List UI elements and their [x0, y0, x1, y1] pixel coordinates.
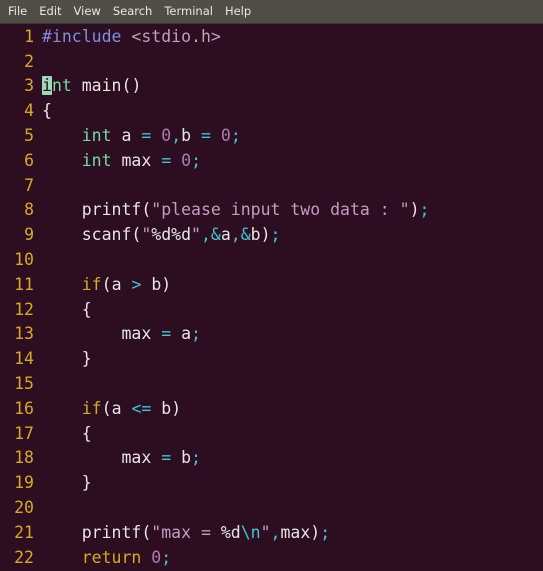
menu-edit[interactable]: Edit [33, 2, 67, 22]
code-line[interactable]: 16 if(a <= b) [0, 396, 543, 421]
line-number: 20 [14, 498, 34, 518]
line-number: 8 [24, 200, 34, 220]
code-line[interactable]: 17 { [0, 421, 543, 446]
menu-bar: File Edit View Search Terminal Help [0, 0, 543, 24]
line-number: 1 [24, 26, 34, 46]
line-number: 9 [24, 225, 34, 245]
line-content[interactable] [42, 52, 543, 71]
menu-help[interactable]: Help [219, 2, 257, 22]
line-number: 13 [14, 324, 34, 344]
line-number: 19 [14, 473, 34, 493]
line-number: 10 [14, 250, 34, 270]
line-content[interactable]: scanf("%d%d",&a,&b); [42, 225, 543, 244]
line-content[interactable]: max = b; [42, 448, 543, 467]
code-line[interactable]: 14 } [0, 346, 543, 371]
line-content[interactable] [42, 498, 543, 517]
line-content[interactable]: } [42, 473, 543, 492]
line-number: 11 [14, 274, 34, 294]
code-line[interactable]: 8 printf("please input two data : "); [0, 198, 543, 223]
code-line[interactable]: 19 } [0, 470, 543, 495]
line-number: 12 [14, 299, 34, 319]
line-number: 2 [24, 51, 34, 71]
code-line[interactable]: 4{ [0, 98, 543, 123]
code-line[interactable]: 13 max = a; [0, 322, 543, 347]
line-content[interactable] [42, 250, 543, 269]
line-content[interactable]: printf("please input two data : "); [42, 200, 543, 219]
line-content[interactable]: { [42, 424, 543, 443]
code-line[interactable]: 21 printf("max = %d\n",max); [0, 520, 543, 545]
line-number: 6 [24, 150, 34, 170]
code-line[interactable]: 2 [0, 49, 543, 74]
code-line[interactable]: 11 if(a > b) [0, 272, 543, 297]
line-content[interactable]: #include <stdio.h> [42, 27, 543, 46]
line-number: 5 [24, 126, 34, 146]
code-line[interactable]: 22 return 0; [0, 545, 543, 570]
code-line[interactable]: 10 [0, 247, 543, 272]
line-number: 3 [24, 76, 34, 96]
menu-terminal[interactable]: Terminal [158, 2, 219, 22]
menu-view[interactable]: View [68, 2, 107, 22]
line-number: 7 [24, 175, 34, 195]
menu-search[interactable]: Search [107, 2, 159, 22]
line-content[interactable]: int a = 0,b = 0; [42, 126, 543, 145]
line-number: 22 [14, 547, 34, 567]
line-number: 18 [14, 448, 34, 468]
line-number: 15 [14, 374, 34, 394]
line-number: 16 [14, 398, 34, 418]
line-content[interactable]: int max = 0; [42, 151, 543, 170]
text-cursor: i [42, 76, 52, 96]
line-content[interactable]: if(a <= b) [42, 399, 543, 418]
line-number: 4 [24, 101, 34, 121]
code-line[interactable]: 3 int main() [0, 74, 543, 99]
line-number: 14 [14, 349, 34, 369]
code-line[interactable]: 7 [0, 173, 543, 198]
code-line[interactable]: 1 #include <stdio.h> [0, 24, 543, 49]
line-content[interactable]: printf("max = %d\n",max); [42, 523, 543, 542]
code-line[interactable]: 20 [0, 495, 543, 520]
line-number: 21 [14, 522, 34, 542]
line-content[interactable]: if(a > b) [42, 275, 543, 294]
line-content[interactable] [42, 374, 543, 393]
code-line[interactable]: 15 [0, 371, 543, 396]
line-content[interactable]: { [42, 300, 543, 319]
line-content[interactable]: { [42, 101, 543, 120]
menu-file[interactable]: File [2, 2, 33, 22]
line-number: 17 [14, 423, 34, 443]
line-content[interactable]: } [42, 349, 543, 368]
vim-editor-buffer[interactable]: 1 #include <stdio.h> 2 3 int main() 4{5 int … [0, 24, 543, 571]
code-line[interactable]: 9 scanf("%d%d",&a,&b); [0, 222, 543, 247]
line-content[interactable]: return 0; [42, 548, 543, 567]
code-line[interactable]: 12 { [0, 297, 543, 322]
line-content[interactable]: int main() [42, 76, 543, 96]
line-content[interactable] [42, 176, 543, 195]
line-content[interactable]: max = a; [42, 324, 543, 343]
code-line[interactable]: 18 max = b; [0, 446, 543, 471]
code-line[interactable]: 5 int a = 0,b = 0; [0, 123, 543, 148]
code-line[interactable]: 6 int max = 0; [0, 148, 543, 173]
